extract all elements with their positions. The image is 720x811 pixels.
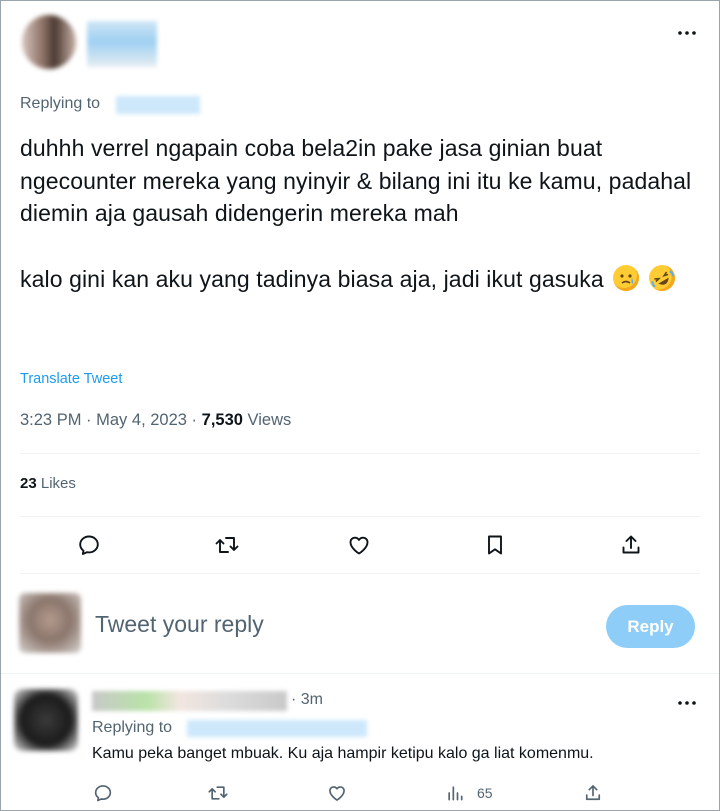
author-avatar[interactable] [22,15,76,69]
analytics-icon [448,786,463,801]
crying-face-emoji [613,264,640,291]
commenter-name[interactable] [92,691,287,711]
rolling-on-floor-laughing-emoji [643,259,680,296]
current-user-avatar[interactable] [19,593,81,653]
views-count: 7,530 [201,411,243,429]
tweet-text-paragraph-1: duhhh verrel ngapain coba bela2in pake j… [20,135,698,226]
divider [20,573,700,574]
reply-button[interactable]: Reply [606,605,695,648]
replying-to-label: Replying to [20,95,101,112]
reply-icon[interactable] [74,530,104,560]
comment-replying-to-label: Replying to [92,719,173,736]
likes-summary[interactable]: 23 Likes [20,475,76,492]
replying-to: Replying to [20,95,100,113]
meta-separator: · [191,411,202,429]
bookmark-icon[interactable] [480,530,510,560]
comment-views-count: 65 [477,785,493,801]
likes-label: Likes [40,475,76,492]
like-icon[interactable] [344,530,374,560]
commenter-avatar[interactable] [14,689,78,751]
share-icon[interactable] [616,530,646,560]
comment-views[interactable]: 65 [445,781,493,805]
retweet-icon[interactable] [212,530,242,560]
likes-count: 23 [20,475,37,492]
divider [20,453,700,454]
more-options-icon[interactable] [673,693,701,713]
tweet-page: Replying to duhhh verrel ngapain coba be… [0,0,720,811]
comment-reply-icon[interactable] [93,781,113,805]
tweet-metadata: 3:23 PM · May 4, 2023 · 7,530 Views [20,411,291,430]
comment-retweet-icon[interactable] [207,781,229,805]
author-name[interactable] [87,21,157,67]
more-options-icon[interactable] [673,23,701,43]
tweet-text-paragraph-2: kalo gini kan aku yang tadinya biasa aja… [20,265,604,292]
tweet-time[interactable]: 3:23 PM [20,411,81,429]
views-label: Views [247,411,292,429]
tweet-date[interactable]: May 4, 2023 [96,411,187,429]
comment-like-icon[interactable] [327,781,347,805]
replying-to-handle[interactable] [116,96,200,114]
meta-separator: · [86,411,97,429]
reply-input[interactable]: Tweet your reply [95,611,264,638]
divider [1,673,719,674]
comment-replying-to: Replying to [92,719,172,737]
divider [20,516,700,517]
tweet-text: duhhh verrel ngapain coba bela2in pake j… [20,132,700,296]
translate-tweet-link[interactable]: Translate Tweet [20,371,122,387]
comment-replying-to-handle[interactable] [187,720,367,737]
comment-text: Kamu peka banget mbuak. Ku aja hampir ke… [92,745,594,762]
comment-time[interactable]: · 3m [291,691,323,709]
comment-share-icon[interactable] [583,781,603,805]
